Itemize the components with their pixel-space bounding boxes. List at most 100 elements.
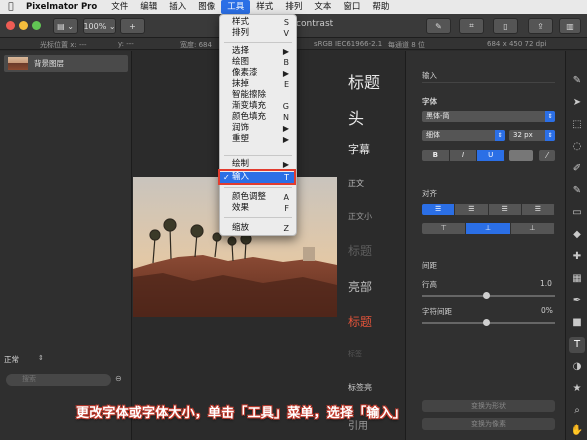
menu-item-retouch[interactable]: 润饰 ▶ (220, 123, 296, 134)
zoom-tool-icon[interactable]: ⌕ (569, 403, 585, 419)
new-doc-button[interactable]: ▯ (493, 18, 518, 34)
menu-item-paint[interactable]: 绘图 B (220, 57, 296, 68)
sidebar-toggle-button[interactable]: ▥ (559, 18, 581, 34)
erase-tool-icon[interactable]: ▭ (569, 205, 585, 221)
style-body[interactable]: 正文 (348, 178, 364, 189)
minimize-window-button[interactable] (19, 21, 28, 30)
menu-shortcut: N (283, 113, 289, 122)
menu-window[interactable]: 窗口 (337, 0, 366, 14)
lasso-tool-icon[interactable]: ◌ (569, 139, 585, 155)
convert-to-pixels-button[interactable]: 变换为像素 (422, 418, 555, 430)
menu-tools[interactable]: 工具 (221, 0, 251, 14)
menu-insert[interactable]: 插入 (163, 0, 192, 14)
blend-mode-select[interactable]: 正常 (4, 354, 19, 365)
font-weight-select[interactable]: 细体 ⇕ (422, 130, 505, 141)
convert-to-shape-button[interactable]: 变换为形状 (422, 400, 555, 412)
pixel-tool-icon[interactable]: ✎ (569, 183, 585, 199)
brush-tool-icon[interactable]: ✐ (569, 161, 585, 177)
font-size-field[interactable]: 32 px ⇕ (509, 130, 555, 141)
menu-text[interactable]: 文本 (308, 0, 337, 14)
style-highlight[interactable]: 亮部 (348, 278, 372, 295)
close-window-button[interactable] (6, 21, 15, 30)
italic-button[interactable]: I (449, 150, 478, 161)
arrange-tool-icon[interactable]: ➤ (569, 95, 585, 111)
menu-item-gradient[interactable]: 渐变填充 G (220, 101, 296, 112)
menu-item-effects[interactable]: 效果 F (220, 203, 296, 214)
menu-item-label: 抹掉 (232, 79, 250, 89)
hand-tool-icon[interactable]: ✋ (569, 423, 585, 439)
align-section-label: 对齐 (422, 189, 437, 198)
menu-item-smart-erase[interactable]: 智能擦除 (220, 90, 296, 101)
style-title-dim[interactable]: 标题 (348, 242, 372, 259)
menu-item-label: 选择 (232, 46, 250, 56)
retouch-tool-icon[interactable]: ✚ (569, 249, 585, 265)
color-adjust-tool-icon[interactable]: ◑ (569, 359, 585, 375)
style-title[interactable]: 标题 (348, 69, 380, 93)
tutorial-caption: 更改字体或字体大小，单击「工具」菜单，选择「输入」 (76, 406, 407, 421)
menu-item-select[interactable]: 选择 ▶ (220, 46, 296, 57)
layers-search-input[interactable] (6, 374, 111, 386)
shape-tool-icon[interactable]: ■ (569, 315, 585, 331)
selection-tool-icon[interactable]: ⬚ (569, 117, 585, 133)
menu-item-label: 像素漆 (232, 68, 258, 78)
add-button[interactable]: + (120, 18, 145, 34)
app-name-menu[interactable]: Pixelmator Pro (26, 2, 97, 12)
align-justify-button[interactable]: ☰ (521, 204, 555, 215)
style-body-small[interactable]: 正文小 (348, 211, 372, 222)
line-height-knob[interactable] (483, 292, 490, 299)
fill-tool-icon[interactable]: ◆ (569, 227, 585, 243)
align-right-button[interactable]: ☰ (488, 204, 522, 215)
menu-item-pixel[interactable]: 像素漆 ▶ (220, 68, 296, 79)
menu-separator (224, 42, 292, 43)
crop-button[interactable]: ⌗ (459, 18, 484, 34)
style-subtitle[interactable]: 字幕 (348, 141, 370, 157)
menu-item-style[interactable]: 样式 S (220, 17, 296, 28)
menu-item-zoom[interactable]: 缩放 Z (220, 223, 296, 234)
style-label-bright[interactable]: 标签亮 (348, 382, 372, 393)
menu-image[interactable]: 图像 (192, 0, 221, 14)
menu-item-color-fill[interactable]: 颜色填充 N (220, 112, 296, 123)
font-family-select[interactable]: 黑体-简 ⇕ (422, 111, 555, 122)
share-button[interactable]: ⇪ (528, 18, 553, 34)
type-tool-icon[interactable]: T (569, 337, 585, 353)
menu-arrange[interactable]: 排列 (279, 0, 308, 14)
style-head[interactable]: 头 (348, 105, 364, 129)
align-center-button[interactable]: ☰ (455, 204, 489, 215)
font-size-value: 32 px (513, 131, 533, 139)
align-top-button[interactable]: ⊤ (422, 223, 467, 234)
style-tool-icon[interactable]: ✎ (569, 73, 585, 89)
menu-item-erase[interactable]: 抹掉 E (220, 79, 296, 90)
horizontal-align-buttons: ☰ ☰ ☰ ☰ (422, 204, 555, 215)
zoom-select[interactable]: 100% ⌄ (83, 18, 116, 34)
menu-help[interactable]: 帮助 (366, 0, 395, 14)
zoom-window-button[interactable] (32, 21, 41, 30)
menu-item-reshape[interactable]: 重塑 ▶ (220, 134, 296, 145)
font-section-label: 字体 (422, 97, 437, 106)
effects-tool-icon[interactable]: ★ (569, 381, 585, 397)
style-title-red[interactable]: 标题 (348, 313, 372, 330)
underline-button[interactable]: U (477, 150, 505, 161)
menu-edit[interactable]: 编辑 (134, 0, 163, 14)
paint-tool-button[interactable]: ✎ (426, 18, 451, 34)
bold-button[interactable]: B (422, 150, 450, 161)
menu-item-label: 颜色调整 (232, 192, 267, 202)
share-icon: ⇪ (537, 21, 544, 31)
menu-item-arrange[interactable]: 排列 V (220, 28, 296, 39)
style-label[interactable]: 标签 (348, 349, 362, 359)
char-spacing-knob[interactable] (483, 319, 490, 326)
text-color-well[interactable] (509, 150, 533, 161)
filter-icon[interactable]: ⊖ (115, 374, 122, 383)
view-mode-button[interactable]: ▤ ⌄ (53, 18, 78, 34)
gradient-tool-icon[interactable]: ▦ (569, 271, 585, 287)
menu-file[interactable]: 文件 (105, 0, 134, 14)
layer-row[interactable]: 背景图层 (4, 55, 128, 72)
align-left-button[interactable]: ☰ (422, 204, 456, 215)
menu-item-color-adjust[interactable]: 颜色调整 A (220, 192, 296, 203)
menu-style[interactable]: 样式 (250, 0, 279, 14)
char-spacing-label: 字符间距 (422, 307, 452, 316)
align-bottom-button[interactable]: ⊥ (510, 223, 555, 234)
pen-tool-icon[interactable]: ✒ (569, 293, 585, 309)
eyedropper-icon[interactable]: ⁄ (539, 150, 555, 161)
apple-icon[interactable]:  (4, 2, 18, 12)
align-middle-button[interactable]: ⊥ (466, 223, 511, 234)
